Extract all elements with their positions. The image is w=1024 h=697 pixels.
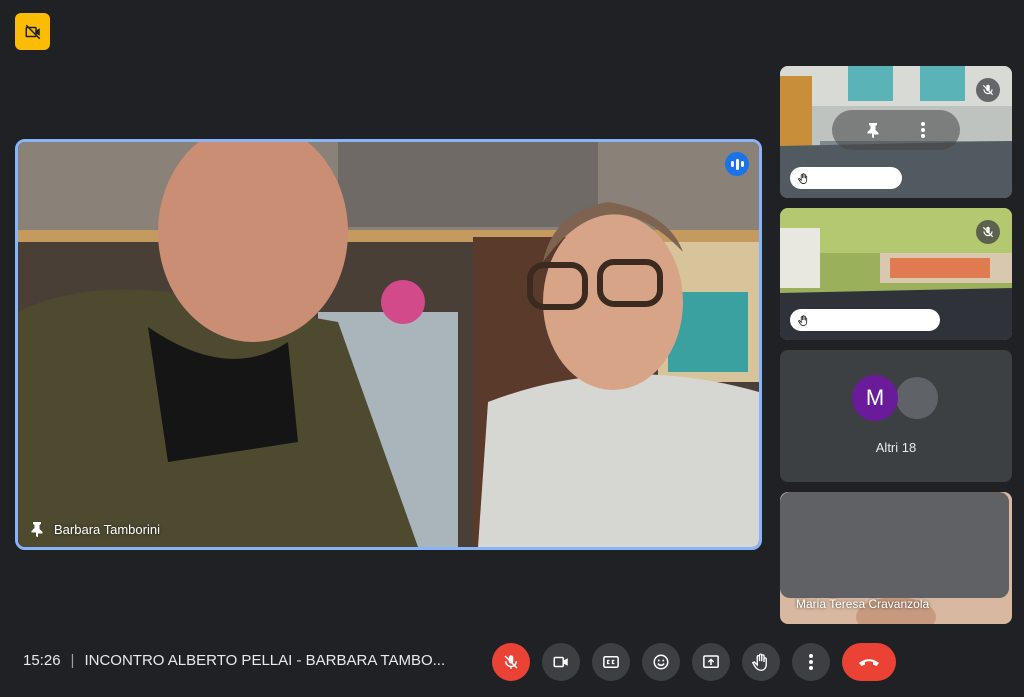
no-video-badge[interactable] — [15, 13, 50, 50]
microphone-button[interactable] — [492, 643, 530, 681]
present-screen-icon — [703, 655, 719, 668]
tile-hover-actions — [832, 110, 960, 150]
closed-captions-icon — [603, 656, 619, 668]
hand-icon — [752, 653, 767, 671]
avatar: M — [852, 375, 898, 421]
meeting-title[interactable]: INCONTRO ALBERTO PELLAI - BARBARA TAMBO.… — [84, 652, 445, 669]
more-options-button[interactable] — [792, 643, 830, 681]
main-participant-label: Barbara Tamborini — [30, 521, 160, 537]
participant-name: Barbara Tamborini — [54, 521, 160, 537]
reactions-button[interactable] — [642, 643, 680, 681]
hand-icon — [798, 314, 808, 326]
participant-tile-classroom-1[interactable] — [780, 66, 1012, 198]
hand-icon — [798, 172, 808, 184]
meeting-info: 15:26 | INCONTRO ALBERTO PELLAI - BARBAR… — [23, 652, 445, 669]
others-tile[interactable]: M Altri 18 — [780, 350, 1012, 482]
leave-call-button[interactable] — [842, 643, 896, 681]
video-icon — [553, 656, 568, 668]
participant-name-pill — [790, 309, 940, 331]
participant-name: Maria Teresa Cravanzola — [796, 597, 930, 611]
more-vert-icon[interactable] — [920, 121, 926, 139]
mic-off-icon — [504, 655, 518, 669]
pin-icon[interactable] — [30, 521, 44, 537]
mic-off-icon — [976, 220, 1000, 244]
video-placeholder-overlay — [780, 492, 1009, 598]
video-off-icon — [25, 24, 40, 39]
call-end-icon — [859, 659, 879, 666]
captions-button[interactable] — [592, 643, 630, 681]
pin-icon[interactable] — [866, 122, 880, 138]
camera-button[interactable] — [542, 643, 580, 681]
participant-tile-maria-teresa[interactable]: Maria Teresa Cravanzola — [780, 492, 1012, 624]
present-button[interactable] — [692, 643, 730, 681]
main-video-tile[interactable]: Barbara Tamborini — [15, 139, 762, 550]
raise-hand-button[interactable] — [742, 643, 780, 681]
main-video-feed — [18, 142, 759, 547]
participant-tile-classroom-2[interactable] — [780, 208, 1012, 340]
mic-off-icon — [976, 78, 1000, 102]
others-count-label: Altri 18 — [875, 440, 917, 455]
emoji-icon — [653, 654, 669, 670]
separator: | — [70, 652, 75, 669]
call-controls — [492, 643, 896, 681]
avatar — [894, 375, 940, 421]
participant-name-pill — [790, 167, 902, 189]
more-vert-icon — [809, 654, 813, 670]
meeting-time: 15:26 — [23, 652, 61, 669]
speaking-indicator-icon — [725, 152, 749, 176]
others-avatars: M — [852, 375, 940, 421]
